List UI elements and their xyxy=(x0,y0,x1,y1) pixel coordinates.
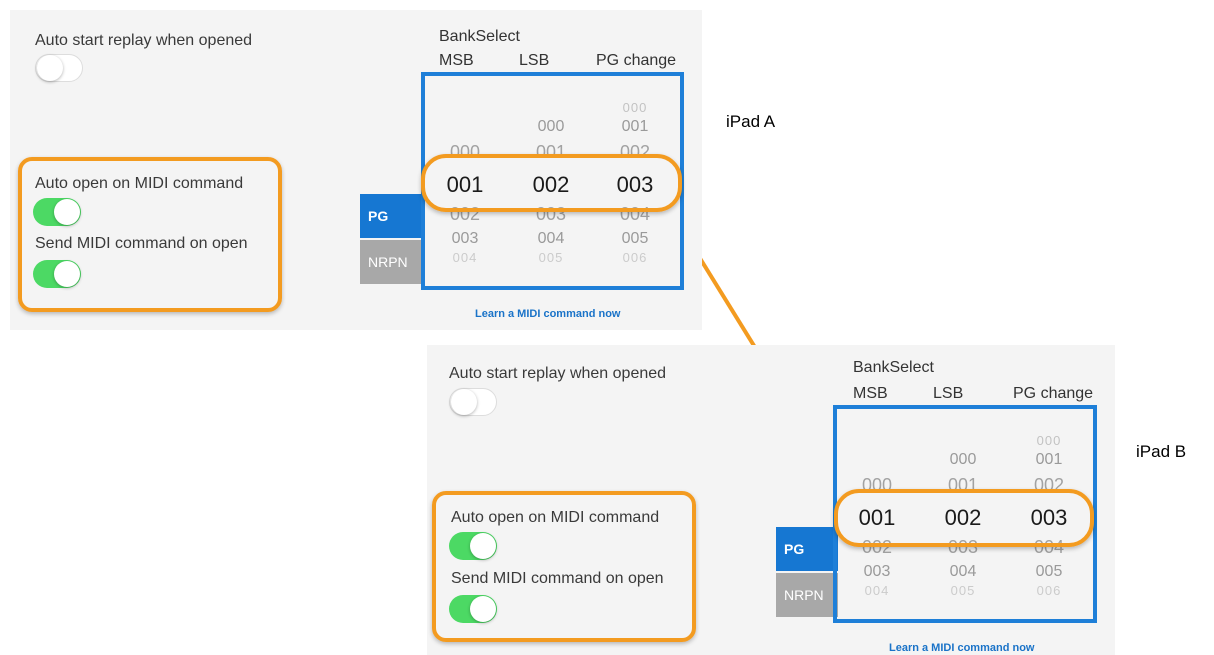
lsb-label: LSB xyxy=(519,52,550,69)
pg-change-label: PG change xyxy=(1013,385,1094,402)
auto-start-toggle[interactable] xyxy=(35,54,83,82)
pg-change-label: PG change xyxy=(596,52,677,69)
mode-tab-pg[interactable]: PG xyxy=(360,194,422,238)
learn-midi-link[interactable]: Learn a MIDI command now xyxy=(475,308,620,320)
picker-cell: 001 xyxy=(1035,451,1063,468)
picker-cell: 005 xyxy=(538,250,564,265)
highlight-selected-row-a xyxy=(421,154,682,212)
toggle-knob xyxy=(37,55,63,81)
mode-tab-pg[interactable]: PG xyxy=(776,527,838,571)
device-label-b: iPad B xyxy=(1136,442,1187,461)
bank-select-label: BankSelect xyxy=(439,28,520,45)
auto-start-label: Auto start replay when opened xyxy=(35,32,253,49)
picker-cell: 000 xyxy=(622,100,648,115)
highlight-toggles-a xyxy=(18,157,282,312)
picker-cell: 006 xyxy=(1036,583,1062,598)
picker-cell: 001 xyxy=(621,118,649,135)
picker-cell: 003 xyxy=(451,230,479,247)
msb-label: MSB xyxy=(439,52,474,69)
highlight-selected-row-b xyxy=(834,489,1094,547)
picker-cell: 004 xyxy=(864,583,890,598)
picker-cell: 005 xyxy=(621,230,649,247)
picker-cell: 006 xyxy=(622,250,648,265)
msb-label: MSB xyxy=(853,385,888,402)
highlight-toggles-b xyxy=(432,491,696,642)
picker-cell: 004 xyxy=(537,230,565,247)
picker-cell: 000 xyxy=(537,118,565,135)
picker-cell: 005 xyxy=(950,583,976,598)
learn-midi-link[interactable]: Learn a MIDI command now xyxy=(889,642,1034,654)
toggle-knob xyxy=(451,389,477,415)
picker-cell: 004 xyxy=(452,250,478,265)
mode-tab-nrpn[interactable]: NRPN xyxy=(776,573,838,617)
device-label-a: iPad A xyxy=(726,112,776,131)
picker-cell: 005 xyxy=(1035,563,1063,580)
picker-cell: 000 xyxy=(1036,433,1062,448)
auto-start-toggle[interactable] xyxy=(449,388,497,416)
bank-select-label: BankSelect xyxy=(853,359,934,376)
picker-cell: 004 xyxy=(949,563,977,580)
picker-cell: 003 xyxy=(863,563,891,580)
mode-tab-nrpn[interactable]: NRPN xyxy=(360,240,422,284)
picker-cell: 000 xyxy=(949,451,977,468)
lsb-label: LSB xyxy=(933,385,964,402)
auto-start-label: Auto start replay when opened xyxy=(449,365,667,382)
